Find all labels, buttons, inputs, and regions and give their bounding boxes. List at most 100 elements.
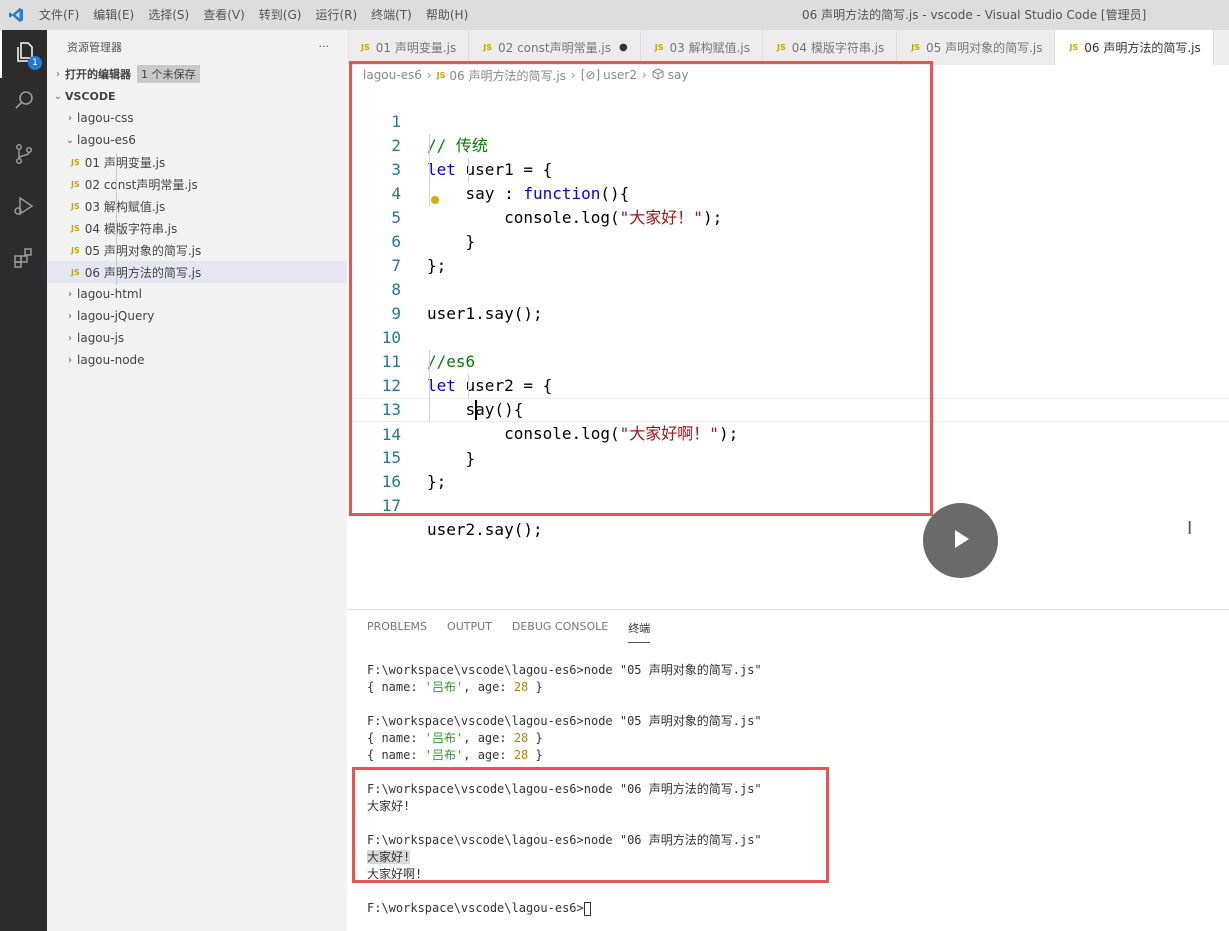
- title-bar: 文件(F) 编辑(E) 选择(S) 查看(V) 转到(G) 运行(R) 终端(T…: [0, 0, 1229, 30]
- code-text: user2.say();: [427, 520, 543, 539]
- variable-icon: [⊘]: [580, 68, 601, 82]
- menu-terminal[interactable]: 终端(T): [364, 0, 419, 30]
- vscode-logo-icon: [0, 0, 32, 30]
- source-control-icon: [12, 142, 36, 170]
- explorer-sidebar: 资源管理器 ··· › 打开的编辑器 1 个未保存 ⌄ VSCODE › lag…: [47, 30, 347, 931]
- menu-edit[interactable]: 编辑(E): [86, 0, 141, 30]
- menu-bar: 文件(F) 编辑(E) 选择(S) 查看(V) 转到(G) 运行(R) 终端(T…: [32, 0, 475, 30]
- terminal-blank: [367, 883, 762, 900]
- js-file-icon: JS: [776, 43, 786, 52]
- js-file-icon: JS: [911, 43, 920, 52]
- js-file-icon: JS: [71, 223, 80, 233]
- breadcrumb-file[interactable]: 06 声明方法的简写.js: [449, 67, 566, 84]
- search-icon: [12, 88, 36, 116]
- terminal-prompt: F:\workspace\vscode\lagou-es6>: [367, 900, 762, 917]
- explorer-activity[interactable]: 1: [0, 30, 47, 78]
- menu-file[interactable]: 文件(F): [32, 0, 86, 30]
- video-play-button[interactable]: [923, 503, 998, 578]
- activity-bar: 1: [0, 30, 47, 931]
- breadcrumb-symbol-say[interactable]: say: [668, 68, 689, 82]
- terminal-blank: [367, 815, 762, 832]
- file-label: 03 解构赋值.js: [84, 199, 166, 214]
- play-icon: [948, 526, 974, 556]
- chevron-right-icon: ›: [68, 288, 72, 300]
- code-line: 2 let user1 = {: [347, 110, 1229, 179]
- workspace-root[interactable]: ⌄ VSCODE: [47, 85, 347, 107]
- text-cursor: [475, 400, 477, 420]
- terminal-line-selected: 大家好!: [367, 850, 411, 864]
- tab-debug-console[interactable]: DEBUG CONSOLE: [512, 620, 608, 643]
- terminal-line: F:\workspace\vscode\lagou-es6>node "06 声…: [367, 833, 762, 847]
- tab-label: 04 模版字符串.js: [791, 41, 885, 55]
- terminal-line: 大家好!: [367, 799, 411, 813]
- code-line: 10 //es6: [347, 302, 1229, 371]
- run-debug-activity[interactable]: [0, 184, 47, 232]
- folder-label: lagou-css: [77, 111, 134, 125]
- code-line: 11 let user2 = {: [347, 326, 1229, 395]
- tab-06-active[interactable]: JS 06 声明方法的简写.js: [1055, 30, 1214, 65]
- source-control-activity[interactable]: [0, 132, 47, 180]
- breadcrumb-symbol-user2[interactable]: user2: [603, 68, 637, 82]
- terminal-blank: [367, 696, 762, 713]
- file-label: 05 声明对象的简写.js: [84, 243, 202, 258]
- menu-view[interactable]: 查看(V): [196, 0, 252, 30]
- code-line: 15 };: [347, 422, 1229, 491]
- file-item[interactable]: JS 01 声明变量.js: [47, 151, 347, 173]
- code-line: 8 user1.say();: [347, 254, 1229, 323]
- js-file-icon: JS: [483, 43, 492, 52]
- breadcrumb-folder[interactable]: lagou-es6: [363, 68, 422, 82]
- code-line: 3 say : function(){: [347, 134, 1229, 203]
- tab-label: 01 声明变量.js: [375, 41, 457, 55]
- chevron-down-icon: ⌄: [65, 134, 75, 146]
- file-item[interactable]: JS 05 声明对象的简写.js: [47, 239, 347, 261]
- chevron-right-icon: ›: [68, 354, 72, 366]
- code-editor[interactable]: 1 // 传统 2 let user1 = { 3 say : function…: [347, 86, 1229, 608]
- file-item[interactable]: JS 03 解构赋值.js: [47, 195, 347, 217]
- chevron-right-icon: ›: [68, 332, 72, 344]
- unsaved-dot-icon[interactable]: ●: [619, 42, 628, 53]
- unsaved-badge: 1 个未保存: [137, 65, 200, 83]
- tab-05[interactable]: JS 05 声明对象的简写.js: [897, 30, 1056, 65]
- tab-output[interactable]: OUTPUT: [447, 620, 492, 643]
- folder-label: lagou-jQuery: [77, 309, 155, 323]
- open-editors-section[interactable]: › 打开的编辑器 1 个未保存: [47, 63, 347, 85]
- tab-terminal[interactable]: 终端: [628, 620, 651, 643]
- terminal[interactable]: F:\workspace\vscode\lagou-es6>node "05 声…: [367, 662, 762, 917]
- menu-go[interactable]: 转到(G): [252, 0, 309, 30]
- folder-lagou-html[interactable]: › lagou-html: [47, 283, 347, 305]
- menu-help[interactable]: 帮助(H): [419, 0, 475, 30]
- folder-lagou-css[interactable]: › lagou-css: [47, 107, 347, 129]
- terminal-line: F:\workspace\vscode\lagou-es6>node "05 声…: [367, 663, 762, 677]
- folder-label: lagou-es6: [77, 133, 136, 147]
- menu-selection[interactable]: 选择(S): [141, 0, 196, 30]
- folder-lagou-node[interactable]: › lagou-node: [47, 349, 347, 371]
- indent-guide: [468, 158, 469, 182]
- explorer-title: 资源管理器: [67, 40, 122, 54]
- chevron-right-icon: ›: [68, 112, 72, 124]
- extensions-activity[interactable]: [0, 236, 47, 284]
- terminal-cursor: [583, 901, 591, 916]
- tab-label: 03 解构赋值.js: [669, 41, 750, 55]
- menu-run[interactable]: 运行(R): [308, 0, 364, 30]
- file-item[interactable]: JS 04 模版字符串.js: [47, 217, 347, 239]
- tab-03[interactable]: JS 03 解构赋值.js: [641, 30, 763, 65]
- editor-tabs: JS 01 声明变量.js JS 02 const声明常量.js ● JS 03…: [347, 30, 1229, 65]
- tab-01[interactable]: JS 01 声明变量.js: [347, 30, 470, 65]
- tab-04[interactable]: JS 04 模版字符串.js: [763, 30, 898, 65]
- folder-lagou-es6[interactable]: ⌄ lagou-es6: [47, 129, 347, 151]
- breadcrumb: lagou-es6 › JS 06 声明方法的简写.js › [⊘] user2…: [347, 65, 1229, 85]
- search-activity[interactable]: [0, 78, 47, 126]
- lightbulb-icon[interactable]: [431, 196, 439, 204]
- file-item[interactable]: JS 02 const声明常量.js: [47, 173, 347, 195]
- folder-lagou-jquery[interactable]: › lagou-jQuery: [47, 305, 347, 327]
- tab-label: 06 声明方法的简写.js: [1084, 41, 1201, 55]
- code-line: 1 // 传统: [347, 86, 1229, 155]
- more-actions-icon[interactable]: ···: [319, 40, 330, 53]
- tab-problems[interactable]: PROBLEMS: [367, 620, 427, 643]
- js-file-icon: JS: [654, 43, 664, 52]
- folder-lagou-js[interactable]: › lagou-js: [47, 327, 347, 349]
- file-item-selected[interactable]: JS 06 声明方法的简写.js: [47, 261, 347, 283]
- tab-02[interactable]: JS 02 const声明常量.js ●: [469, 30, 641, 65]
- indent-guide: [429, 350, 430, 422]
- chevron-right-icon: ›: [641, 68, 647, 82]
